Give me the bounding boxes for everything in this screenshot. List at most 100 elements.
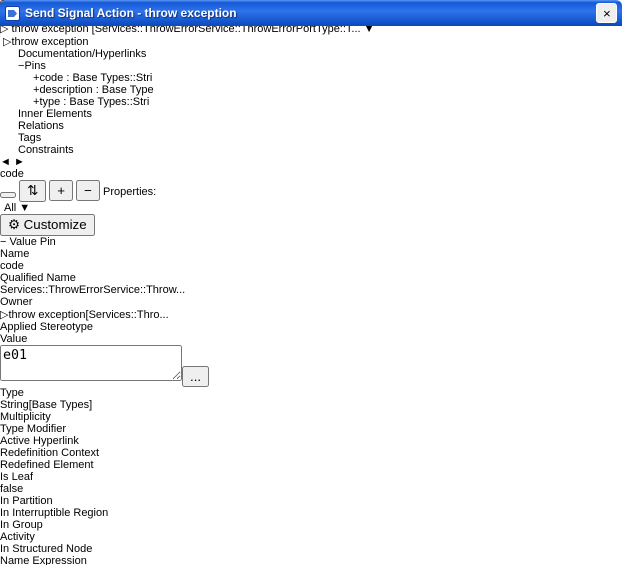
property-name: Value [0, 333, 622, 345]
property-value-path: [Services::Thro... [86, 309, 169, 321]
properties-filter-dropdown[interactable]: All ▼ [4, 202, 622, 214]
collapse-all-button[interactable]: − [76, 180, 100, 201]
property-value[interactable]: Services::ThrowErrorService::Throw... [0, 284, 622, 296]
property-row-in-structured-node[interactable]: In Structured Node [0, 543, 622, 555]
tree-item-description-base-type[interactable]: +description : Base Type [0, 84, 622, 96]
properties-toolbar: ⇅ + − Properties: All ▼ ⚙ Customize [0, 180, 622, 236]
property-name: Qualified Name [0, 272, 622, 284]
property-value-path: [Base Types] [29, 399, 92, 411]
tree-item-tags[interactable]: Tags [0, 132, 622, 144]
property-name: Is Leaf [0, 471, 622, 483]
property-row-value[interactable]: Valuee01... [0, 333, 622, 387]
property-name: Type [0, 387, 622, 399]
property-row-type[interactable]: TypeString[Base Types] [0, 387, 622, 411]
dialog-body: ← → History : ▷ throw exception [Service… [0, 0, 622, 565]
property-row-is-leaf[interactable]: Is Leaffalse [0, 471, 622, 495]
tree-item-type-base-types-stri[interactable]: +type : Base Types::Stri [0, 96, 622, 108]
property-name: Name Expression [0, 555, 622, 565]
tree-item-constraints[interactable]: Constraints [0, 144, 622, 156]
tree-item-relations[interactable]: Relations [0, 120, 622, 132]
section-collapse-icon[interactable]: − [0, 236, 6, 248]
property-name: Activity [0, 531, 622, 543]
open-value-editor-button[interactable]: ... [182, 366, 209, 387]
sort-alphabetically-button[interactable]: ⇅ [19, 180, 46, 202]
tree-item-label: Relations [18, 120, 64, 132]
titlebar[interactable]: Send Signal Action - throw exception × [0, 0, 622, 26]
tree-horizontal-scrollbar[interactable]: ◄ ► [0, 156, 622, 168]
property-row-in-partition[interactable]: In Partition [0, 495, 622, 507]
property-row-name-expression[interactable]: Name Expression [0, 555, 622, 565]
tree-panel: ▷throw exceptionDocumentation/Hyperlinks… [0, 35, 622, 168]
property-value-text: String [0, 399, 29, 411]
property-value-text: false [0, 483, 23, 495]
tree-item-label: Pins [24, 60, 45, 72]
chevron-down-icon: ▼ [19, 202, 30, 214]
tree-item-label: Tags [18, 132, 41, 144]
property-name: Multiplicity [0, 411, 622, 423]
property-row-in-group[interactable]: In Group [0, 519, 622, 531]
property-name: Applied Stereotype [0, 321, 622, 333]
tree-item-label: throw exception [11, 36, 88, 48]
close-button[interactable]: × [596, 3, 617, 23]
scroll-right-button[interactable]: ► [14, 156, 25, 168]
property-name: In Partition [0, 495, 622, 507]
value-editor[interactable]: e01 [0, 345, 182, 381]
property-name: Name [0, 248, 622, 260]
tree-item-label: type : Base Types::Stri [39, 96, 149, 108]
scroll-left-icon: ◄ [0, 156, 11, 168]
property-row-active-hyperlink[interactable]: Active Hyperlink [0, 435, 622, 447]
property-row-qualified-name[interactable]: Qualified NameServices::ThrowErrorServic… [0, 272, 622, 296]
sort-icon: ⇅ [27, 183, 38, 198]
property-value-text: code [0, 260, 24, 272]
property-row-name[interactable]: Namecode [0, 248, 622, 272]
property-value[interactable]: ▷throw exception[Services::Thro... [0, 308, 622, 321]
property-row-type-modifier[interactable]: Type Modifier [0, 423, 622, 435]
property-name: Owner [0, 296, 622, 308]
customize-button[interactable]: ⚙ Customize [0, 214, 95, 236]
property-value-text: Services::ThrowErrorService::Throw... [0, 284, 185, 296]
property-name: In Structured Node [0, 543, 622, 555]
property-row-redefinition-context[interactable]: Redefinition Context [0, 447, 622, 459]
property-value[interactable]: e01... [0, 345, 622, 387]
property-grid: − Value Pin NamecodeQualified NameServic… [0, 236, 622, 565]
tree-item-label: code : Base Types::Stri [39, 72, 152, 84]
properties-filter-value: All [4, 202, 16, 214]
tree-item-pins[interactable]: −Pins [0, 60, 622, 72]
section-header[interactable]: − Value Pin [0, 236, 622, 248]
value-editor-area[interactable]: e01... [0, 345, 622, 387]
app-icon [5, 6, 20, 21]
customize-label: Customize [24, 217, 87, 232]
tree-item-label: Documentation/Hyperlinks [18, 48, 146, 60]
close-icon: × [603, 6, 611, 21]
tree-item-inner-elements[interactable]: Inner Elements [0, 108, 622, 120]
dialog-window: Send Signal Action - throw exception × ←… [0, 0, 622, 565]
property-name: Type Modifier [0, 423, 622, 435]
property-row-activity[interactable]: Activity [0, 531, 622, 543]
property-value-text: throw exception [8, 309, 85, 321]
property-value[interactable]: false [0, 483, 622, 495]
property-value[interactable]: code [0, 260, 622, 272]
property-row-redefined-element[interactable]: Redefined Element [0, 459, 622, 471]
tree: ▷throw exceptionDocumentation/Hyperlinks… [0, 35, 622, 156]
property-row-applied-stereotype[interactable]: Applied Stereotype [0, 321, 622, 333]
property-name: In Interruptible Region [0, 507, 622, 519]
tree-item-label: Constraints [18, 144, 74, 156]
property-name: Redefinition Context [0, 447, 622, 459]
properties-panel: code ⇅ + − Properties: All ▼ ⚙ Customize [0, 168, 622, 565]
property-row-in-interruptible-region[interactable]: In Interruptible Region [0, 507, 622, 519]
property-name: Redefined Element [0, 459, 622, 471]
property-row-owner[interactable]: Owner▷throw exception[Services::Thro... [0, 296, 622, 321]
section-title: Value Pin [10, 236, 56, 248]
collapse-all-icon: − [84, 183, 92, 198]
property-value[interactable]: String[Base Types] [0, 399, 622, 411]
expand-all-icon: + [57, 183, 65, 198]
expand-all-button[interactable]: + [49, 180, 73, 201]
customize-icon: ⚙ [8, 217, 20, 232]
categorized-view-button[interactable] [0, 192, 16, 198]
tree-item-code-base-types-stri[interactable]: +code : Base Types::Stri [0, 72, 622, 84]
tree-item-throw-exception[interactable]: ▷throw exception [0, 35, 622, 48]
property-row-multiplicity[interactable]: Multiplicity [0, 411, 622, 423]
properties-filter-dropdown-button[interactable]: ▼ [19, 202, 30, 214]
tree-item-documentation-hyperlinks[interactable]: Documentation/Hyperlinks [0, 48, 622, 60]
scroll-left-button[interactable]: ◄ [0, 156, 11, 168]
